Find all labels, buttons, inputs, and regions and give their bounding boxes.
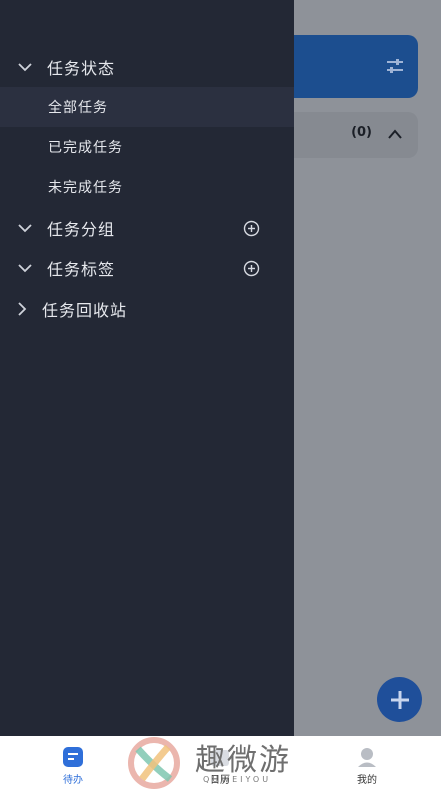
chevron-right-icon <box>18 302 27 316</box>
drawer-item-label: 全部任务 <box>48 100 108 116</box>
add-circle-icon[interactable] <box>243 220 260 237</box>
section-label: 任务标签 <box>47 260 116 279</box>
navigation-drawer: 任务状态 全部任务 已完成任务 未完成任务 任务分组 任务标签 任务回收站 <box>0 0 294 736</box>
drawer-item-all-tasks[interactable]: 全部任务 <box>0 87 294 127</box>
tab-label: 我的 <box>357 775 377 786</box>
drawer-item-label: 未完成任务 <box>48 180 123 196</box>
drawer-item-uncompleted-tasks[interactable]: 未完成任务 <box>0 167 294 207</box>
drawer-item-label: 已完成任务 <box>48 140 123 156</box>
section-task-trash[interactable]: 任务回收站 <box>0 289 294 329</box>
sliders-icon[interactable] <box>386 57 404 75</box>
add-circle-icon[interactable] <box>243 260 260 277</box>
group-count: (0) <box>351 125 372 140</box>
section-label: 任务回收站 <box>42 301 128 320</box>
drawer-item-completed-tasks[interactable]: 已完成任务 <box>0 127 294 167</box>
watermark: 趣微游 QUWEIYOU <box>125 732 325 790</box>
todo-icon <box>63 747 83 767</box>
watermark-subtext: QUWEIYOU <box>203 775 272 784</box>
section-task-group[interactable]: 任务分组 <box>0 208 294 248</box>
tab-profile[interactable]: 我的 <box>327 736 407 791</box>
profile-icon <box>358 748 376 767</box>
watermark-text: 趣微游 <box>195 743 291 778</box>
watermark-logo-icon <box>128 737 180 789</box>
tab-todo[interactable]: 待办 <box>33 736 113 791</box>
section-label: 任务分组 <box>47 220 116 239</box>
add-task-fab[interactable] <box>377 677 422 722</box>
chevron-down-icon <box>18 224 32 233</box>
chevron-up-icon[interactable] <box>388 128 402 140</box>
section-label: 任务状态 <box>47 59 116 78</box>
section-task-tags[interactable]: 任务标签 <box>0 248 294 288</box>
chevron-down-icon <box>18 63 32 72</box>
plus-icon <box>390 690 409 709</box>
section-task-status[interactable]: 任务状态 <box>0 47 294 87</box>
tab-label: 待办 <box>63 775 83 786</box>
chevron-down-icon <box>18 264 32 273</box>
